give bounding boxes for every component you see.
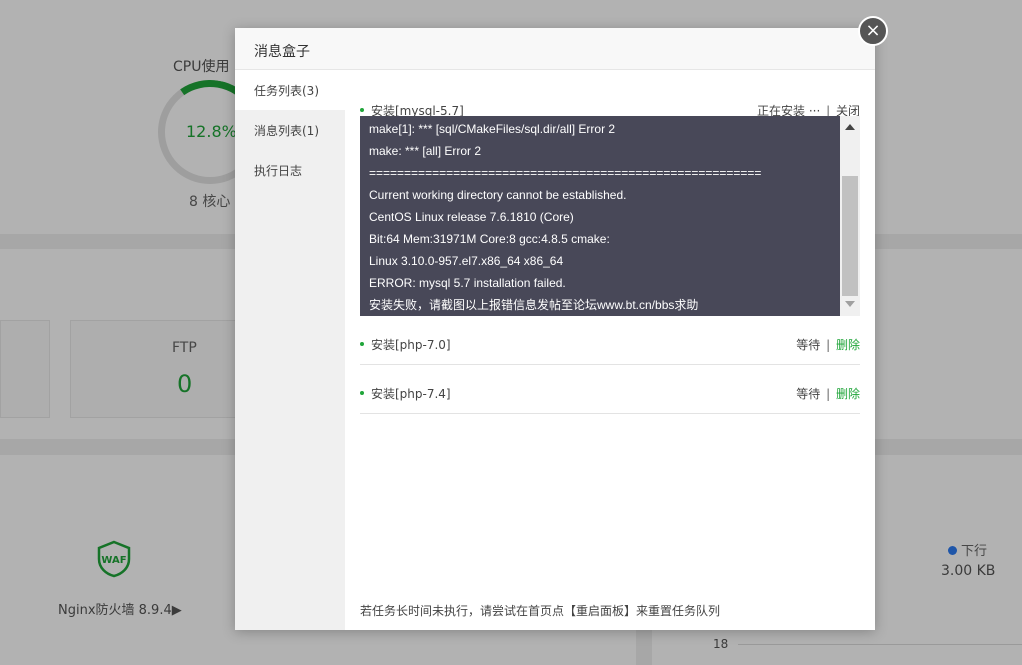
task-actions: 等待 | 删除 (796, 385, 860, 402)
task-actions: 等待 | 删除 (796, 336, 860, 353)
separator: | (826, 387, 831, 401)
close-icon[interactable]: × (858, 16, 888, 46)
install-log-console[interactable]: make[1]: *** [sql/CMakeFiles/sql.dir/all… (360, 116, 860, 316)
footer-hint: 若任务长时间未执行，请尝试在首页点【重启面板】来重置任务队列 (360, 604, 721, 618)
task-status-dot-icon (360, 108, 364, 112)
log-line: 安装失败，请截图以上报错信息发帖至论坛www.bt.cn/bbs求助 (369, 298, 699, 312)
sidebar-item-task-list[interactable]: 任务列表(3) (235, 70, 345, 110)
scroll-down-arrow-icon[interactable] (845, 301, 855, 307)
task-status: 等待 (796, 338, 821, 352)
sidebar-item-message-list[interactable]: 消息列表(1) (235, 110, 345, 150)
task-list-content: 安装[mysql-5.7] 正在安装 ··· | 关闭 make[1]: ***… (360, 70, 860, 630)
log-line: ERROR: mysql 5.7 installation failed. (369, 276, 566, 290)
scroll-thumb[interactable] (842, 176, 858, 296)
log-lines: make[1]: *** [sql/CMakeFiles/sql.dir/all… (360, 118, 840, 316)
task-item-mysql: 安装[mysql-5.7] 正在安装 ··· | 关闭 (360, 70, 860, 118)
log-scrollbar[interactable] (840, 116, 860, 316)
log-line: make[1]: *** [sql/CMakeFiles/sql.dir/all… (369, 122, 616, 136)
log-line: CentOS Linux release 7.6.1810 (Core) (369, 210, 574, 224)
log-line: ========================================… (369, 166, 762, 180)
task-title: 安装[php-7.0] (371, 338, 451, 352)
modal-title: 消息盒子 (235, 28, 875, 70)
task-status-dot-icon (360, 342, 364, 346)
task-title: 安装[php-7.4] (371, 387, 451, 401)
task-item-php70: 安装[php-7.0] 等待 | 删除 (360, 316, 860, 365)
delete-task-link[interactable]: 删除 (836, 387, 860, 401)
modal-sidebar: 任务列表(3) 消息列表(1) 执行日志 (235, 70, 345, 630)
separator: | (826, 338, 831, 352)
sidebar-item-execution-log[interactable]: 执行日志 (235, 150, 345, 190)
task-status-dot-icon (360, 391, 364, 395)
log-line: Linux 3.10.0-957.el7.x86_64 x86_64 (369, 254, 564, 268)
message-box-modal: 消息盒子 × 任务列表(3) 消息列表(1) 执行日志 安装[mysql-5.7… (235, 16, 888, 630)
log-line: Current working directory cannot be esta… (369, 188, 627, 202)
log-line: Bit:64 Mem:31971M Core:8 gcc:4.8.5 cmake… (369, 232, 610, 246)
task-status: 等待 (796, 387, 821, 401)
log-line: make: *** [all] Error 2 (369, 144, 482, 158)
delete-task-link[interactable]: 删除 (836, 338, 860, 352)
task-item-php74: 安装[php-7.4] 等待 | 删除 (360, 365, 860, 414)
scroll-up-arrow-icon[interactable] (845, 124, 855, 130)
